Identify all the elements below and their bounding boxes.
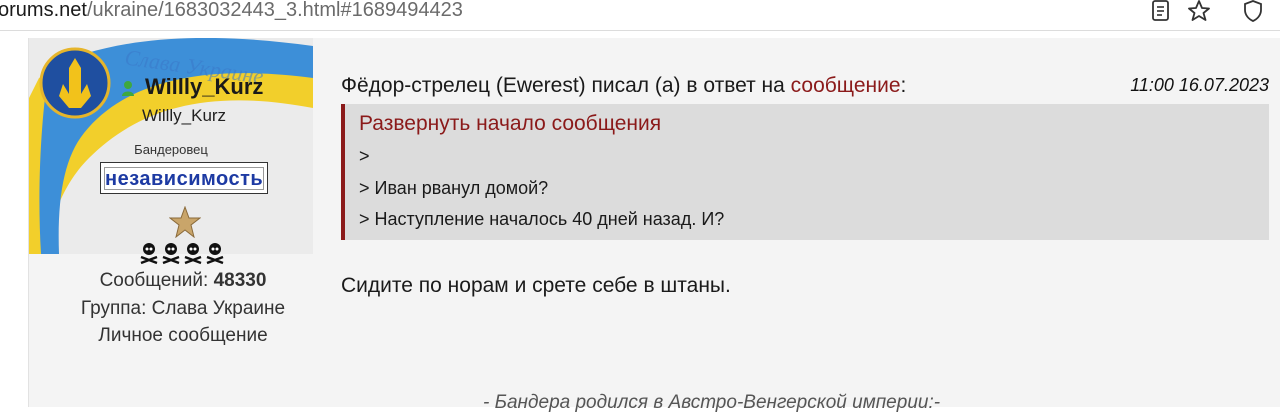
post-date: 11:00 16.07.2023: [1130, 75, 1269, 95]
reputation-skulls: [139, 241, 229, 265]
author-username[interactable]: Willly_Kurz: [145, 74, 263, 100]
quote-author: Фёдор-стрелец (Ewerest) писал (а) в отве…: [341, 74, 791, 97]
quote-line: > Наступление началось 40 дней назад. И?: [359, 209, 725, 229]
private-message-link[interactable]: Личное сообщение: [29, 325, 337, 347]
post-signature: - Бандера родился в Австро-Венгерской им…: [483, 392, 941, 413]
bookmark-star-icon[interactable]: [1186, 0, 1212, 24]
reply-message-link[interactable]: сообщение: [791, 74, 901, 97]
url-path: /ukraine/1683032443_3.html#1689494423: [86, 0, 463, 21]
online-status-icon: [122, 81, 134, 96]
expand-quote-link[interactable]: Развернуть начало сообщения: [359, 112, 661, 136]
skull-icon: [140, 243, 158, 265]
author-rank: Бандеровец: [134, 142, 208, 157]
post-content: Фёдор-стрелец (Ewerest) писал (а) в отве…: [341, 38, 1269, 407]
skull-icon: [184, 243, 202, 265]
quote-line: >: [359, 146, 370, 166]
post-body: Сидите по норам и срете себе в штаны.: [341, 274, 731, 297]
author-group: Группа: Слава Украине: [80, 298, 286, 319]
reader-view-icon[interactable]: [1148, 0, 1174, 24]
quote-block: Развернуть начало сообщения > > Иван рва…: [341, 104, 1269, 240]
author-badge: независимость: [100, 162, 268, 194]
post-count-label: Сообщений:: [99, 270, 209, 291]
quote-line: > Иван рванул домой?: [359, 178, 549, 198]
quote-header-colon: :: [900, 74, 907, 97]
url-host: orums.net: [0, 0, 87, 21]
post-count-value: 48330: [213, 270, 267, 291]
author-post-count: Сообщений: 48330: [29, 270, 337, 292]
skull-icon: [162, 243, 180, 265]
star-icon: [169, 206, 201, 238]
skull-icon: [206, 243, 224, 265]
forum-post: Слава Украине Willly_Kurz Willly_Kurz Ба…: [28, 38, 1280, 413]
author-badge-text: независимость: [104, 167, 264, 190]
author-login: Willly_Kurz: [142, 106, 227, 125]
quote-header: Фёдор-стрелец (Ewerest) писал (а) в отве…: [341, 74, 906, 98]
browser-address-bar: orums.net/ukraine/1683032443_3.html#1689…: [0, 0, 1280, 31]
author-sidebar: Слава Украине Willly_Kurz Willly_Kurz Ба…: [29, 38, 313, 407]
shield-icon[interactable]: [1240, 0, 1266, 24]
url-field[interactable]: orums.net/ukraine/1683032443_3.html#1689…: [0, 0, 463, 22]
